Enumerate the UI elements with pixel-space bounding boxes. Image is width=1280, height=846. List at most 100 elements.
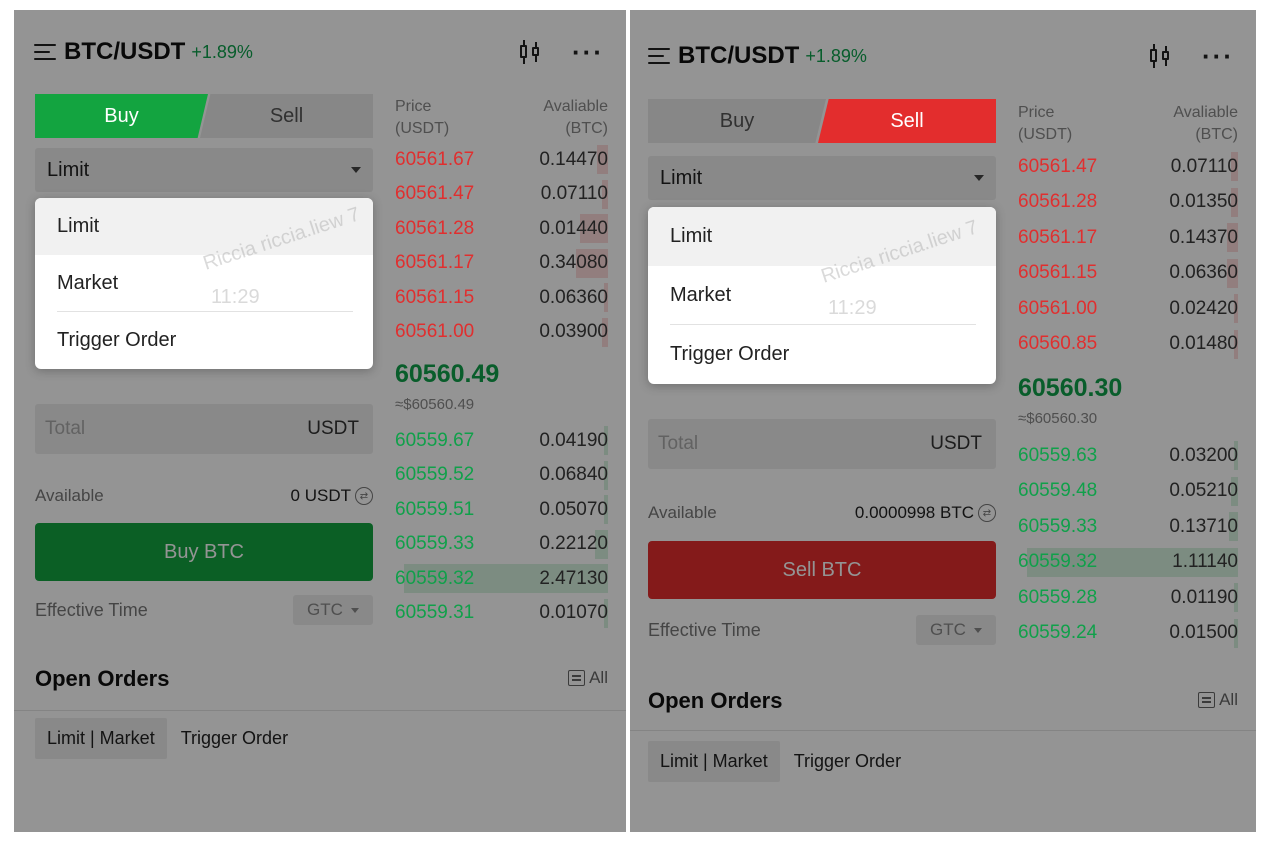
transfer-icon[interactable]: ⇄	[978, 504, 996, 522]
bid-row[interactable]: 60559.33 0.13710	[1018, 509, 1238, 544]
ask-row[interactable]: 60561.28 0.01350	[1018, 185, 1238, 220]
bid-row[interactable]: 60559.63 0.03200	[1018, 438, 1238, 473]
ask-row[interactable]: 60561.00 0.02420	[1018, 291, 1238, 326]
ask-row[interactable]: 60561.15 0.06360	[1018, 256, 1238, 291]
menu-icon[interactable]	[34, 43, 56, 61]
tab-sell[interactable]: Sell	[818, 99, 996, 143]
transfer-icon[interactable]: ⇄	[355, 487, 373, 505]
option-limit[interactable]: Limit	[35, 198, 373, 255]
order-type-dropdown: Limit Market Trigger Order Riccia riccia…	[35, 198, 373, 369]
bid-row[interactable]: 60559.33 0.22120	[395, 527, 608, 562]
order-qty: 2.47130	[539, 567, 608, 589]
effective-time-row: Effective Time GTC	[648, 615, 996, 645]
last-price-usd: ≈$60560.49	[395, 396, 475, 413]
all-orders-link[interactable]: All	[1198, 690, 1238, 710]
order-type-value: Limit	[47, 158, 90, 181]
more-icon[interactable]: ···	[572, 39, 604, 65]
menu-icon[interactable]	[648, 47, 670, 65]
pair-title[interactable]: BTC/USDT	[678, 42, 799, 70]
chevron-down-icon	[351, 167, 361, 173]
available-value: 0.0000998 BTC	[854, 503, 974, 522]
option-trigger-order[interactable]: Trigger Order	[35, 312, 373, 369]
sell-btc-button[interactable]: Sell BTC	[648, 541, 996, 599]
order-type-select[interactable]: Limit	[648, 156, 996, 200]
order-qty: 0.13710	[1169, 515, 1238, 537]
total-input[interactable]: Total USDT	[35, 404, 373, 454]
tab-limit-market[interactable]: Limit | Market	[35, 718, 167, 759]
bid-row[interactable]: 60559.32 2.47130	[395, 561, 608, 596]
gtc-select[interactable]: GTC	[293, 595, 373, 625]
ask-row[interactable]: 60561.67 0.14470	[395, 142, 608, 177]
option-market[interactable]: Market	[35, 255, 373, 312]
gtc-select[interactable]: GTC	[916, 615, 996, 645]
order-qty: 0.05210	[1169, 480, 1238, 501]
total-input[interactable]: Total USDT	[648, 419, 996, 469]
ask-row[interactable]: 60561.47 0.07110	[395, 177, 608, 212]
last-price: 60560.49	[395, 360, 500, 388]
order-qty: 0.14370	[1169, 226, 1238, 248]
bid-row[interactable]: 60559.48 0.05210	[1018, 474, 1238, 509]
order-qty: 0.05070	[539, 498, 608, 520]
price-header: Price	[1018, 104, 1055, 121]
price-header-unit: (USDT)	[1018, 126, 1073, 143]
orderbook-header: Price (USDT) Avaliable (BTC)	[395, 96, 608, 140]
ask-row[interactable]: 60561.17 0.34080	[395, 246, 608, 281]
order-price: 60561.17	[1018, 226, 1098, 248]
available-label: Available	[35, 486, 104, 505]
option-trigger-order[interactable]: Trigger Order	[648, 325, 996, 384]
order-price: 60559.33	[1018, 515, 1098, 537]
bid-row[interactable]: 60559.28 0.01190	[1018, 580, 1238, 615]
order-price: 60559.32	[395, 567, 475, 589]
price-header-unit: (USDT)	[395, 120, 450, 137]
bid-row[interactable]: 60559.24 0.01500	[1018, 616, 1238, 651]
price-change: +1.89%	[805, 45, 867, 66]
bid-row[interactable]: 60559.52 0.06840	[395, 458, 608, 493]
qty-header-unit: (BTC)	[565, 120, 608, 137]
order-price: 60559.52	[395, 464, 475, 485]
order-price: 60561.00	[1018, 297, 1098, 319]
sell-screen: BTC/USDT +1.89% ··· Buy Sell Limit Total…	[630, 10, 1256, 832]
effective-time-row: Effective Time GTC	[35, 595, 373, 625]
order-qty: 0.14470	[539, 148, 608, 170]
total-unit: USDT	[930, 433, 982, 454]
pair-title[interactable]: BTC/USDT	[64, 38, 185, 66]
ask-row[interactable]: 60560.85 0.01480	[1018, 327, 1238, 362]
bid-row[interactable]: 60559.31 0.01070	[395, 596, 608, 631]
price-header: Price	[395, 98, 432, 115]
option-market[interactable]: Market	[648, 266, 996, 325]
order-price: 60561.28	[1018, 191, 1098, 212]
order-qty: 0.02420	[1169, 297, 1238, 319]
all-orders-link[interactable]: All	[568, 668, 608, 688]
ask-row[interactable]: 60561.17 0.14370	[1018, 220, 1238, 255]
open-orders-tabs: Limit | Market Trigger Order	[648, 741, 915, 782]
tab-buy[interactable]: Buy	[35, 94, 208, 138]
more-icon[interactable]: ···	[1202, 43, 1234, 69]
ask-row[interactable]: 60561.47 0.07110	[1018, 149, 1238, 184]
list-icon	[568, 670, 586, 686]
order-type-select[interactable]: Limit	[35, 148, 373, 192]
order-price: 60561.17	[395, 252, 475, 273]
bid-row[interactable]: 60559.32 1.11140	[1018, 545, 1238, 580]
option-limit[interactable]: Limit	[648, 207, 996, 266]
order-price: 60561.47	[1018, 155, 1098, 177]
tab-trigger-order[interactable]: Trigger Order	[167, 718, 302, 759]
order-price: 60560.85	[1018, 333, 1098, 354]
tab-sell[interactable]: Sell	[200, 94, 373, 138]
order-price: 60559.48	[1018, 480, 1098, 501]
bid-row[interactable]: 60559.67 0.04190	[395, 423, 608, 458]
caret-down-icon	[350, 607, 359, 613]
ask-row[interactable]: 60561.00 0.03900	[395, 315, 608, 350]
ask-row[interactable]: 60561.28 0.01440	[395, 211, 608, 246]
ask-row[interactable]: 60561.15 0.06360	[395, 280, 608, 315]
buy-btc-button[interactable]: Buy BTC	[35, 523, 373, 581]
candlestick-chart-icon[interactable]	[518, 40, 544, 64]
order-qty: 0.06360	[1169, 262, 1238, 283]
bid-row[interactable]: 60559.51 0.05070	[395, 492, 608, 527]
tab-trigger-order[interactable]: Trigger Order	[780, 741, 915, 782]
tab-buy[interactable]: Buy	[648, 99, 826, 143]
candlestick-chart-icon[interactable]	[1148, 44, 1174, 68]
effective-time-label: Effective Time	[35, 599, 148, 620]
available-value: 0 USDT	[290, 486, 351, 505]
chevron-down-icon	[974, 175, 984, 181]
tab-limit-market[interactable]: Limit | Market	[648, 741, 780, 782]
